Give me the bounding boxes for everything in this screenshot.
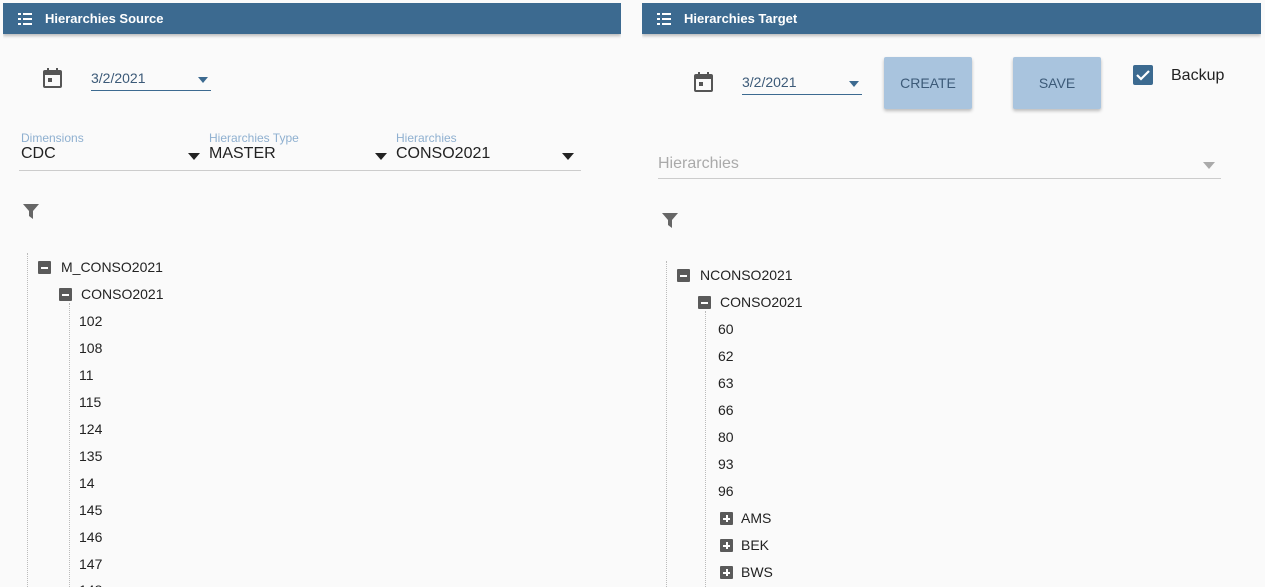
tree-node-collapsed[interactable]: AMS: [741, 510, 771, 526]
tree-leaf[interactable]: 102: [79, 313, 102, 329]
target-date-picker[interactable]: 3/2/2021: [742, 71, 862, 95]
tree-leaf[interactable]: 115: [79, 394, 101, 410]
filter-icon[interactable]: [662, 213, 678, 229]
target-panel: Hierarchies Target 3/2/2021 CREATE SAVE …: [642, 3, 1261, 587]
tree-node-collapsed[interactable]: BEK: [741, 537, 769, 553]
calendar-icon[interactable]: [694, 72, 713, 92]
hierarchies-select[interactable]: Hierarchies CONSO2021: [396, 131, 581, 167]
create-button[interactable]: CREATE: [884, 57, 972, 109]
tree-guide-line: [705, 311, 706, 587]
tree-guide-line: [27, 253, 28, 587]
chevron-down-icon: [1203, 162, 1215, 169]
chevron-down-icon: [375, 153, 387, 160]
hierarchies-type-value: MASTER: [209, 145, 276, 162]
source-date-picker[interactable]: 3/2/2021: [91, 67, 211, 91]
hierarchies-label: Hierarchies: [396, 131, 457, 145]
tree-leaf[interactable]: 124: [79, 421, 102, 437]
collapse-icon[interactable]: [38, 261, 51, 274]
check-icon: [1136, 70, 1150, 81]
dimensions-label: Dimensions: [21, 131, 84, 145]
source-title: Hierarchies Source: [45, 11, 164, 26]
tree-leaf[interactable]: 145: [79, 502, 102, 518]
backup-checkbox[interactable]: [1133, 65, 1153, 85]
tree-leaf[interactable]: 60: [718, 321, 734, 337]
target-select-underline: [658, 178, 1221, 179]
backup-label: Backup: [1171, 67, 1225, 84]
tree-leaf[interactable]: 63: [718, 375, 734, 391]
chevron-down-icon: [198, 77, 208, 83]
tree-leaf[interactable]: 147: [79, 556, 102, 572]
tree-leaf[interactable]: 108: [79, 340, 102, 356]
tree-node-root[interactable]: NCONSO2021: [700, 267, 793, 283]
expand-icon[interactable]: [720, 539, 733, 552]
expand-icon[interactable]: [720, 566, 733, 579]
tree-leaf[interactable]: 93: [718, 456, 734, 472]
expand-icon[interactable]: [720, 512, 733, 525]
source-date-value: 3/2/2021: [91, 70, 146, 86]
select-row-underline: [19, 170, 581, 171]
tree-guide-line: [69, 303, 70, 587]
list-icon: [657, 12, 671, 25]
tree-leaf[interactable]: 96: [718, 483, 734, 499]
target-header: Hierarchies Target: [642, 3, 1261, 34]
tree-leaf[interactable]: 14: [79, 475, 95, 491]
chevron-down-icon: [849, 81, 859, 87]
save-button[interactable]: SAVE: [1013, 57, 1101, 109]
chevron-down-icon: [188, 153, 200, 160]
list-icon: [18, 12, 32, 25]
source-panel: Hierarchies Source 3/2/2021 Dimensions C…: [3, 3, 621, 587]
tree-node-child[interactable]: CONSO2021: [81, 286, 163, 302]
hierarchies-value: CONSO2021: [396, 145, 491, 162]
dimensions-value: CDC: [21, 145, 56, 162]
dimensions-select[interactable]: Dimensions CDC: [21, 131, 206, 167]
collapse-icon[interactable]: [677, 269, 690, 282]
source-header: Hierarchies Source: [3, 3, 621, 34]
tree-leaf[interactable]: 80: [718, 429, 734, 445]
hierarchies-type-select[interactable]: Hierarchies Type MASTER: [209, 131, 394, 167]
target-date-value: 3/2/2021: [742, 74, 797, 90]
target-title: Hierarchies Target: [684, 11, 798, 26]
hierarchies-type-label: Hierarchies Type: [209, 131, 299, 145]
tree-leaf[interactable]: 148: [79, 582, 102, 587]
collapse-icon[interactable]: [698, 296, 711, 309]
tree-node-root[interactable]: M_CONSO2021: [61, 259, 163, 275]
tree-node-child[interactable]: CONSO2021: [720, 294, 802, 310]
target-hierarchies-select[interactable]: Hierarchies: [658, 155, 1221, 179]
tree-guide-line: [666, 261, 667, 587]
tree-leaf[interactable]: 66: [718, 402, 734, 418]
tree-leaf[interactable]: 62: [718, 348, 734, 364]
target-hierarchies-placeholder: Hierarchies: [658, 155, 739, 172]
filter-icon[interactable]: [23, 204, 39, 220]
tree-leaf[interactable]: 11: [79, 367, 94, 383]
chevron-down-icon: [562, 153, 574, 160]
tree-leaf[interactable]: 146: [79, 529, 102, 545]
calendar-icon[interactable]: [43, 68, 62, 88]
collapse-icon[interactable]: [59, 288, 72, 301]
tree-leaf[interactable]: 135: [79, 448, 102, 464]
tree-node-collapsed[interactable]: BWS: [741, 564, 773, 580]
